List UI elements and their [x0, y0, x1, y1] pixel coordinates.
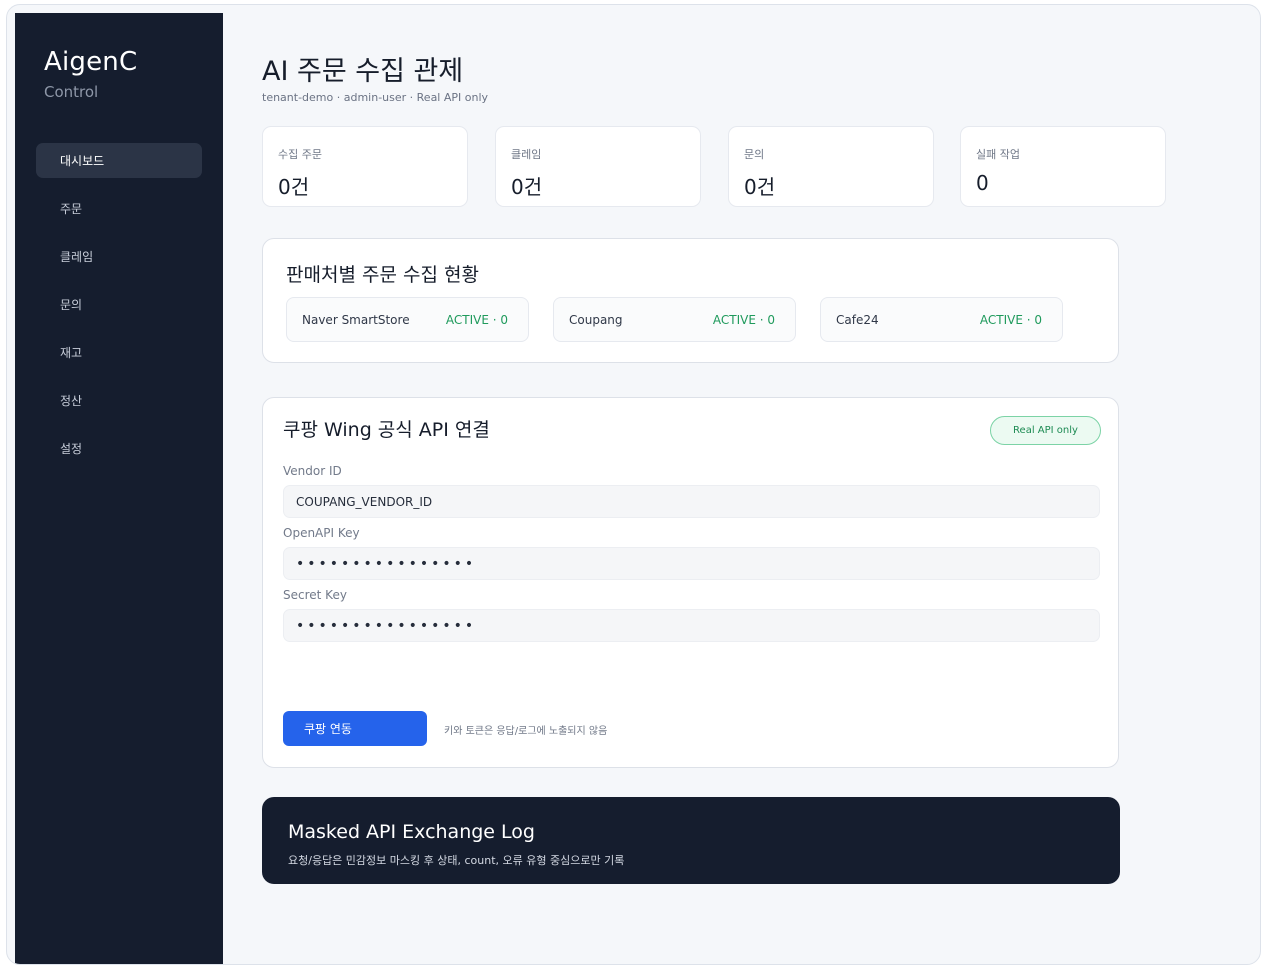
card-title: 쿠팡 Wing 공식 API 연결: [283, 419, 490, 441]
stat-label: 수집 주문: [278, 148, 322, 161]
stat-label: 문의: [744, 148, 765, 161]
real-api-badge: Real API only: [990, 416, 1101, 445]
sidebar-item-orders[interactable]: 주문: [36, 191, 202, 226]
api-log-panel: Masked API Exchange Log 요청/응답은 민감정보 마스킹 …: [262, 797, 1120, 884]
sidebar-item-settings[interactable]: 설정: [36, 431, 202, 466]
openapi-key-field[interactable]: [283, 547, 1100, 580]
stat-value: 0건: [278, 175, 310, 199]
page-title: AI 주문 수집 관제: [262, 56, 464, 87]
stat-value: 0: [976, 171, 989, 195]
page-subtitle: tenant-demo · admin-user · Real API only: [262, 91, 489, 104]
stat-label: 실패 작업: [976, 148, 1020, 161]
stat-card-orders: 수집 주문 0건: [262, 126, 468, 207]
channel-name: Naver SmartStore: [302, 312, 410, 327]
channel-coupang: Coupang ACTIVE · 0: [553, 297, 796, 342]
sidebar-item-inquiries[interactable]: 문의: [36, 287, 202, 322]
security-hint: 키와 토큰은 응답/로그에 노출되지 않음: [444, 726, 608, 737]
stat-value: 0건: [511, 175, 543, 199]
sidebar-item-settlement[interactable]: 정산: [36, 383, 202, 418]
log-title: Masked API Exchange Log: [288, 821, 535, 843]
brand: AigenC Control: [44, 47, 137, 101]
stat-card-failed-jobs: 실패 작업 0: [960, 126, 1166, 207]
main-content: AI 주문 수집 관제 tenant-demo · admin-user · R…: [262, 5, 1260, 964]
secret-key-label: Secret Key: [283, 588, 347, 602]
secret-key-field[interactable]: [283, 609, 1100, 642]
channel-naver: Naver SmartStore ACTIVE · 0: [286, 297, 529, 342]
channel-status-card: 판매처별 주문 수집 현황 Naver SmartStore ACTIVE · …: [262, 238, 1119, 363]
openapi-key-label: OpenAPI Key: [283, 526, 360, 540]
vendor-id-field[interactable]: [283, 485, 1100, 518]
brand-name: AigenC: [44, 47, 138, 77]
stat-card-claims: 클레임 0건: [495, 126, 701, 207]
vendor-id-label: Vendor ID: [283, 464, 342, 478]
stat-card-inquiries: 문의 0건: [728, 126, 934, 207]
sidebar-item-claims[interactable]: 클레임: [36, 239, 202, 274]
stat-value: 0건: [744, 175, 776, 199]
channel-name: Cafe24: [836, 312, 879, 327]
stat-label: 클레임: [511, 148, 542, 161]
card-title: 판매처별 주문 수집 현황: [286, 264, 479, 286]
sidebar-item-inventory[interactable]: 재고: [36, 335, 202, 370]
coupang-connect-button[interactable]: 쿠팡 연동: [283, 711, 427, 746]
channel-status: ACTIVE · 0: [712, 312, 775, 327]
brand-subtitle: Control: [44, 83, 99, 101]
log-subtitle: 요청/응답은 민감정보 마스킹 후 상태, count, 오류 유형 중심으로만…: [288, 854, 625, 867]
channel-name: Coupang: [569, 312, 623, 327]
coupang-api-card: 쿠팡 Wing 공식 API 연결 Real API only Vendor I…: [262, 397, 1119, 768]
sidebar: AigenC Control 대시보드 주문 클레임 문의 재고 정산 설정: [15, 13, 223, 964]
channel-status: ACTIVE · 0: [979, 312, 1042, 327]
channel-cafe24: Cafe24 ACTIVE · 0: [820, 297, 1063, 342]
sidebar-item-dashboard[interactable]: 대시보드: [36, 143, 202, 178]
sidebar-nav: 대시보드 주문 클레임 문의 재고 정산 설정: [36, 143, 202, 479]
app-window: AigenC Control 대시보드 주문 클레임 문의 재고 정산 설정 A…: [6, 4, 1261, 965]
channel-status: ACTIVE · 0: [445, 312, 508, 327]
